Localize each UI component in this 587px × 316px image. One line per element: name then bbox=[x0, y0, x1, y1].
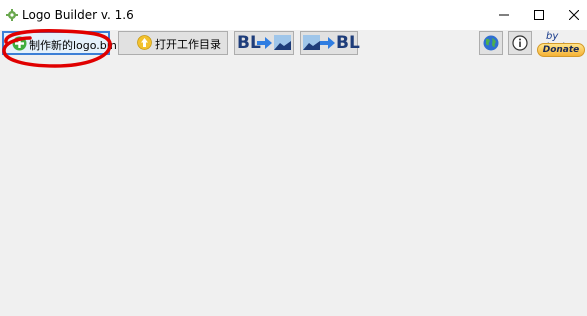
app-gear-icon bbox=[6, 9, 18, 21]
image-icon bbox=[303, 35, 320, 50]
bl-text-label: BL bbox=[336, 33, 360, 53]
about-button[interactable] bbox=[508, 31, 532, 55]
image-icon bbox=[274, 35, 291, 50]
up-arrow-icon bbox=[137, 35, 152, 50]
maximize-icon bbox=[534, 10, 544, 20]
open-directory-label: 打开工作目录 bbox=[155, 38, 221, 51]
image-to-bl-button[interactable]: BL bbox=[300, 31, 360, 55]
info-icon bbox=[512, 35, 528, 51]
arrow-right-icon bbox=[257, 37, 272, 49]
donate-button[interactable]: Donate bbox=[537, 43, 585, 57]
by-label: by bbox=[546, 31, 559, 42]
bl-to-image-button[interactable]: BL bbox=[234, 31, 294, 55]
language-button[interactable] bbox=[479, 31, 503, 55]
annotation-circle bbox=[2, 29, 112, 68]
arrow-right-icon bbox=[320, 37, 335, 49]
globe-icon bbox=[483, 35, 499, 51]
title-bar: Logo Builder v. 1.6 bbox=[0, 0, 587, 30]
open-directory-button[interactable]: 打开工作目录 bbox=[118, 31, 228, 55]
window-title: Logo Builder v. 1.6 bbox=[22, 8, 134, 22]
minimize-icon bbox=[499, 14, 509, 16]
maximize-button[interactable] bbox=[521, 0, 557, 30]
close-button[interactable] bbox=[556, 0, 587, 30]
close-icon bbox=[569, 10, 579, 20]
minimize-button[interactable] bbox=[486, 0, 522, 30]
